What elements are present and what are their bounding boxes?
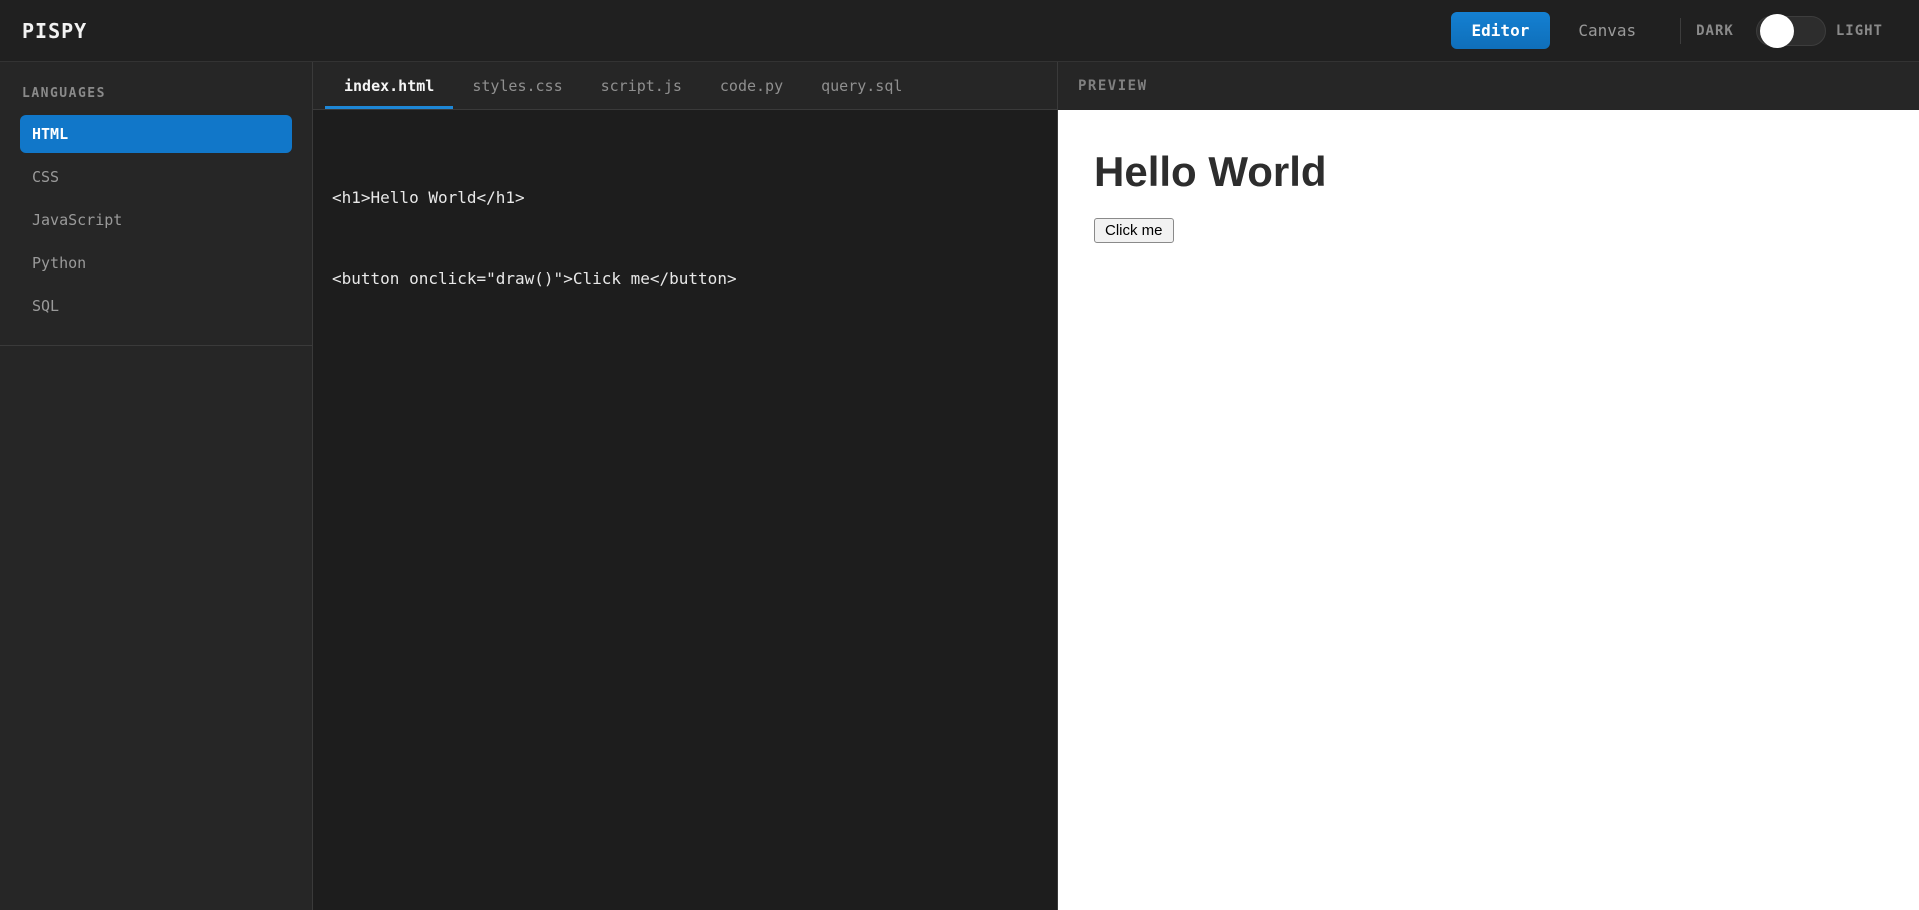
theme-toggle-knob [1759,13,1794,48]
topbar-divider [1680,17,1682,44]
canvas-view-button[interactable]: Canvas [1578,12,1636,49]
light-mode-label: LIGHT [1835,22,1883,39]
sidebar-item-python[interactable]: Python [20,244,292,282]
code-editor-area[interactable]: <h1>Hello World</h1> <button onclick="dr… [313,110,1057,910]
tab-query-sql[interactable]: query.sql [802,62,921,109]
app-logo: PISPY [22,18,88,43]
dark-mode-label: DARK [1696,22,1734,39]
sidebar: LANGUAGES HTML CSS JavaScript Python SQL [0,62,313,910]
sidebar-item-javascript[interactable]: JavaScript [20,201,292,239]
sidebar-heading: LANGUAGES [22,86,106,101]
code-line: <h1>Hello World</h1> [332,188,525,207]
preview-panel: PREVIEW Hello World Click me [1057,62,1919,910]
preview-content: Hello World Click me [1058,110,1919,910]
tab-index-html[interactable]: index.html [325,62,454,109]
app-window: PISPY Editor Canvas DARK LIGHT LANGUAGES… [0,0,1919,910]
sidebar-item-sql[interactable]: SQL [20,287,292,325]
main-area: LANGUAGES HTML CSS JavaScript Python SQL… [0,62,1919,910]
editor-view-button[interactable]: Editor [1450,12,1551,49]
editor-tabbar: index.html styles.css script.js code.py … [313,62,1057,110]
code-line: <button onclick="draw()">Click me</butto… [332,269,737,288]
tab-script-js[interactable]: script.js [582,62,701,109]
preview-header: PREVIEW [1058,62,1919,110]
sidebar-item-html[interactable]: HTML [20,115,292,153]
language-list: HTML CSS JavaScript Python SQL [20,115,292,325]
preview-click-me-button[interactable]: Click me [1094,218,1174,243]
preview-heading: Hello World [1094,148,1327,195]
topbar: PISPY Editor Canvas DARK LIGHT [0,0,1919,62]
tab-code-py[interactable]: code.py [701,62,802,109]
sidebar-languages-section: LANGUAGES HTML CSS JavaScript Python SQL [0,62,312,346]
tab-styles-css[interactable]: styles.css [453,62,581,109]
topbar-controls: Editor Canvas DARK LIGHT [1450,12,1883,49]
editor-panel: index.html styles.css script.js code.py … [313,62,1057,910]
sidebar-item-css[interactable]: CSS [20,158,292,196]
theme-toggle[interactable] [1755,13,1826,48]
